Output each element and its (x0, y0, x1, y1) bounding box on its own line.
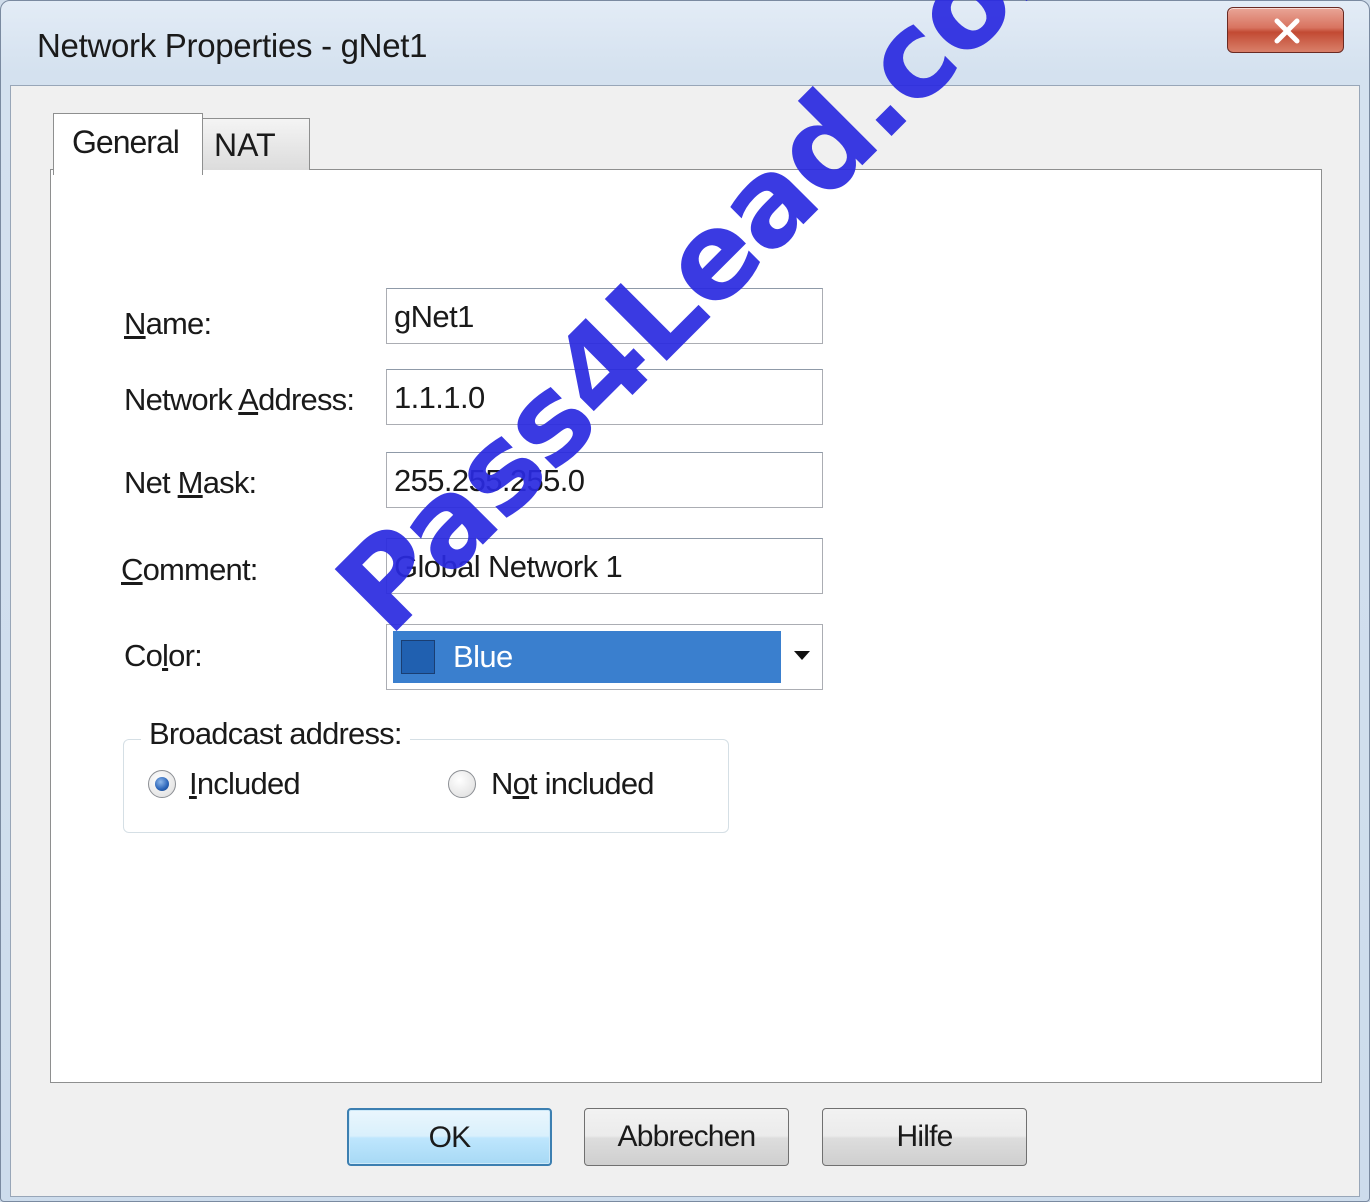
window-title: Network Properties - gNet1 (37, 27, 428, 64)
dialog-window: Network Properties - gNet1 General NAT N… (0, 0, 1370, 1202)
color-select-highlight: Blue (393, 631, 781, 683)
color-label: Color: (124, 638, 203, 673)
included-radio-label[interactable]: Included (189, 766, 301, 802)
name-label: Name: (124, 306, 212, 341)
color-select[interactable]: Blue (386, 624, 823, 690)
tab-general-label: General (72, 124, 180, 160)
close-button[interactable] (1227, 7, 1344, 53)
network-address-label: Network Address: (124, 382, 355, 417)
color-select-value: Blue (453, 639, 513, 674)
title-bar[interactable]: Network Properties - gNet1 (1, 1, 1369, 93)
included-radio[interactable] (148, 770, 176, 798)
ok-button[interactable]: OK (347, 1108, 552, 1166)
comment-label: Comment: (121, 552, 258, 587)
not-included-radio[interactable] (448, 770, 476, 798)
not-included-radio-label[interactable]: Not included (491, 766, 655, 802)
tab-nat-label: NAT (214, 127, 276, 163)
chevron-down-icon[interactable] (794, 651, 810, 660)
tab-general[interactable]: General (53, 113, 203, 175)
help-button[interactable]: Hilfe (822, 1108, 1027, 1166)
cancel-button[interactable]: Abbrechen (584, 1108, 789, 1166)
close-icon (1274, 18, 1300, 44)
broadcast-legend: Broadcast address: (141, 716, 410, 752)
tab-nat[interactable]: NAT (201, 118, 310, 170)
net-mask-label: Net Mask: (124, 465, 257, 500)
